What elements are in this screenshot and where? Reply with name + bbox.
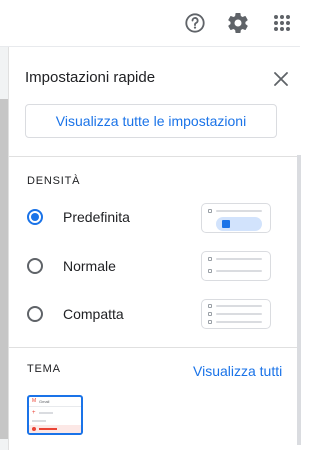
density-option-label: Normale	[63, 258, 116, 274]
apps-grid-icon[interactable]	[268, 9, 296, 37]
radio-button-checked[interactable]	[27, 209, 43, 225]
gmail-logo-icon: M	[32, 398, 37, 404]
density-heading: DENSITÀ	[27, 175, 81, 187]
top-bar	[0, 0, 300, 47]
density-option-label: Compatta	[63, 306, 124, 322]
quick-settings-panel: Impostazioni rapide Visualizza tutte le …	[8, 47, 301, 450]
divider	[9, 347, 297, 348]
radio-button[interactable]	[27, 258, 43, 274]
help-icon[interactable]	[181, 9, 209, 37]
panel-scrollbar[interactable]	[297, 155, 301, 445]
close-icon	[274, 72, 288, 86]
document-icon	[222, 220, 230, 228]
theme-thumbnail-default[interactable]: M Gmail +	[27, 395, 83, 435]
view-all-themes-link[interactable]: Visualizza tutti	[193, 363, 282, 379]
close-button[interactable]	[271, 69, 291, 89]
compose-plus-icon: +	[32, 410, 36, 416]
gear-icon[interactable]	[224, 9, 252, 37]
background-content-block	[0, 99, 8, 439]
background-content	[0, 47, 8, 450]
density-default-thumbnail	[201, 203, 271, 233]
radio-button[interactable]	[27, 306, 43, 322]
theme-thumbnail-label: Gmail	[39, 399, 50, 404]
density-compact-thumbnail	[201, 299, 271, 329]
density-option-label: Predefinita	[63, 209, 130, 225]
density-normal-thumbnail	[201, 251, 271, 281]
panel-title: Impostazioni rapide	[25, 69, 156, 86]
theme-heading: TEMA	[27, 363, 61, 375]
view-all-settings-button[interactable]: Visualizza tutte le impostazioni	[25, 104, 277, 138]
divider	[9, 156, 297, 157]
